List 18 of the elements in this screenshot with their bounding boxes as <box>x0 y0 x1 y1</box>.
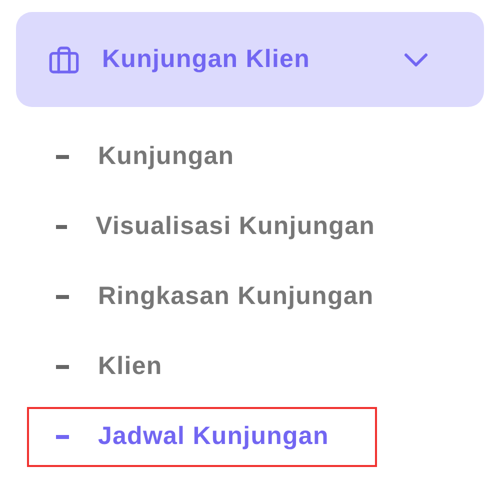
dash-icon <box>56 155 69 159</box>
menu-header[interactable]: Kunjungan Klien <box>16 12 484 107</box>
submenu-label: Ringkasan Kunjungan <box>98 281 374 312</box>
chevron-icon <box>403 52 429 68</box>
dash-icon <box>56 435 69 439</box>
submenu-item[interactable]: Jadwal Kunjungan <box>27 407 377 467</box>
submenu-label: Visualisasi Kunjungan <box>96 211 375 242</box>
dash-icon <box>56 365 69 369</box>
submenu-label: Kunjungan <box>98 141 234 172</box>
submenu-item[interactable]: Kunjungan <box>27 127 377 187</box>
submenu-item[interactable]: Klien <box>27 337 377 397</box>
dash-icon <box>56 295 69 299</box>
menu-title: Kunjungan Klien <box>102 44 310 75</box>
submenu-label: Jadwal Kunjungan <box>98 421 329 452</box>
submenu-item[interactable]: Visualisasi Kunjungan <box>27 197 377 257</box>
submenu-item[interactable]: Ringkasan Kunjungan <box>27 267 377 327</box>
dash-icon <box>56 225 67 229</box>
submenu-label: Klien <box>98 351 162 382</box>
